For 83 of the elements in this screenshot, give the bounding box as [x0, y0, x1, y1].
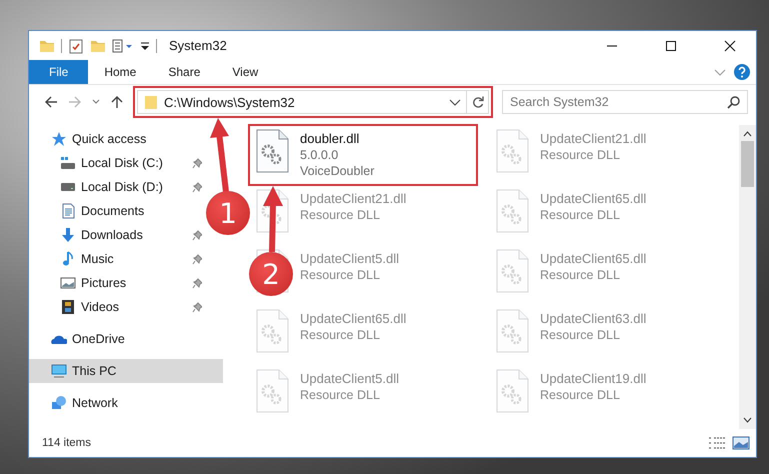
monitor-icon [51, 363, 67, 379]
maximize-icon [664, 40, 676, 52]
up-icon [110, 95, 124, 109]
file-name: UpdateClient65.dll [540, 251, 646, 266]
ribbon-tab[interactable]: Home [88, 60, 152, 84]
music-note-icon [60, 251, 76, 267]
pin-icon[interactable] [192, 181, 202, 193]
gear-file-icon [495, 309, 529, 353]
nav-item[interactable]: Documents [29, 199, 206, 223]
pin-icon[interactable] [192, 301, 202, 313]
picture-icon [60, 275, 76, 291]
file-name: UpdateClient19.dll [540, 371, 646, 386]
scroll-down-icon[interactable] [743, 417, 752, 423]
file-detail: Resource DLL [540, 268, 621, 282]
file-detail: Resource DLL [300, 328, 381, 342]
file-name: UpdateClient65.dll [300, 311, 406, 326]
item-count: 114 items [42, 437, 92, 449]
address-bar[interactable]: C:\Windows\System32 [137, 90, 489, 114]
gear-file-icon [495, 249, 529, 293]
file-detail: 5.0.0.0 [300, 148, 340, 162]
gear-file-icon [255, 129, 289, 173]
nav-item[interactable]: Downloads [29, 223, 206, 247]
file-detail: Resource DLL [540, 148, 621, 162]
file-detail: Resource DLL [300, 388, 381, 402]
dropdown-icon[interactable] [140, 40, 150, 52]
file-detail: Resource DLL [300, 208, 381, 222]
file-detail: VoiceDoubler [300, 164, 374, 178]
pin-icon[interactable] [192, 253, 202, 265]
ribbon-tab[interactable]: View [216, 60, 274, 84]
film-icon [60, 299, 76, 315]
scrollbar[interactable] [739, 125, 756, 429]
file-name: UpdateClient5.dll [300, 371, 400, 386]
nav-item[interactable]: Network [29, 391, 206, 415]
nav-item[interactable]: This PC [29, 359, 223, 383]
forward-icon [68, 95, 82, 109]
ribbon-tab[interactable]: Share [152, 60, 216, 84]
gear-file-icon [255, 309, 289, 353]
help-icon[interactable] [734, 64, 750, 80]
close-icon [724, 40, 736, 52]
window-title: System32 [169, 38, 227, 53]
search-field[interactable]: Search System32 [502, 90, 748, 114]
scroll-up-icon[interactable] [743, 131, 752, 137]
nav-item[interactable]: Videos [29, 295, 206, 319]
network-icon [51, 395, 67, 411]
checklist-icon[interactable] [68, 38, 84, 54]
file-detail: Resource DLL [540, 208, 621, 222]
pin-icon[interactable] [192, 157, 202, 169]
gear-file-icon [495, 369, 529, 413]
back-icon [44, 95, 58, 109]
file-name: UpdateClient21.dll [300, 191, 406, 206]
down-arrow-icon [60, 227, 76, 243]
properties-icon[interactable] [112, 38, 134, 54]
file-name: UpdateClient21.dll [540, 131, 646, 146]
file-detail: Resource DLL [300, 268, 381, 282]
large-icons-view-icon[interactable] [732, 436, 750, 450]
file-detail: Resource DLL [540, 388, 621, 402]
address-path: C:\Windows\System32 [164, 94, 296, 110]
gear-file-icon [255, 369, 289, 413]
file-name: UpdateClient63.dll [540, 311, 646, 326]
file-tab[interactable]: File [29, 60, 88, 84]
scroll-thumb[interactable] [741, 141, 754, 187]
file-item[interactable]: doubler.dll 5.0.0.0 VoiceDoubler [300, 129, 374, 181]
pin-icon[interactable] [192, 277, 202, 289]
drive-icon [60, 155, 76, 171]
details-view-icon[interactable] [708, 436, 726, 450]
folder-icon [143, 94, 159, 110]
nav-item[interactable]: Local Disk (C:) [29, 151, 206, 175]
file-name: doubler.dll [300, 131, 360, 146]
file-name: UpdateClient5.dll [300, 251, 400, 266]
gear-file-icon [495, 129, 529, 173]
nav-item[interactable]: Quick access [29, 127, 206, 151]
pin-icon[interactable] [192, 229, 202, 241]
star-icon [51, 131, 67, 147]
gear-file-icon [495, 189, 529, 233]
annotation-arrow [262, 186, 284, 252]
file-name: UpdateClient65.dll [540, 191, 646, 206]
nav-item[interactable]: Pictures [29, 271, 206, 295]
nav-item[interactable]: Local Disk (D:) [29, 175, 206, 199]
nav-item[interactable]: OneDrive [29, 327, 206, 351]
nav-item[interactable]: Music [29, 247, 206, 271]
refresh-icon [472, 96, 484, 108]
file-detail: Resource DLL [540, 328, 621, 342]
document-icon [60, 203, 76, 219]
